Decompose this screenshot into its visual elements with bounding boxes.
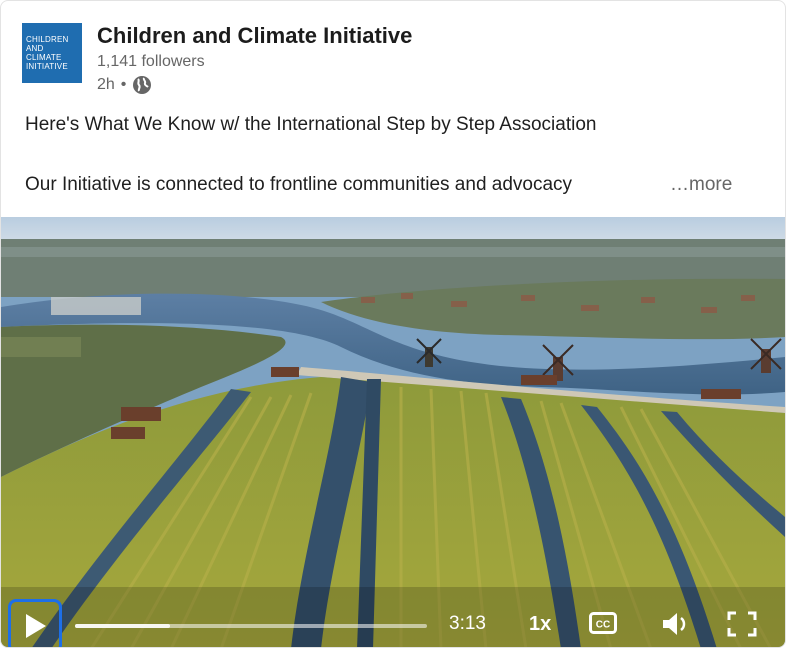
follower-count: 1,141 followers bbox=[97, 53, 205, 70]
post-meta: 2h • bbox=[97, 75, 152, 95]
play-button[interactable] bbox=[8, 599, 62, 647]
post-text-line1: Here's What We Know w/ the International… bbox=[25, 114, 597, 135]
post-card: CHILDREN AND CLIMATE INITIATIVE Children… bbox=[0, 0, 786, 648]
playback-speed-button[interactable]: 1x bbox=[529, 613, 551, 636]
org-logo[interactable]: CHILDREN AND CLIMATE INITIATIVE bbox=[22, 23, 82, 83]
post-time: 2h bbox=[97, 76, 115, 93]
video-controls: 3:13 1x CC bbox=[1, 599, 785, 647]
svg-text:CC: CC bbox=[596, 620, 610, 631]
see-more-link[interactable]: …more bbox=[670, 174, 732, 196]
volume-icon[interactable] bbox=[661, 611, 693, 637]
progress-bar[interactable] bbox=[75, 624, 427, 628]
video-duration: 3:13 bbox=[449, 613, 486, 634]
video-frame bbox=[1, 217, 785, 647]
post-text-line2: Our Initiative is connected to frontline… bbox=[25, 174, 573, 195]
play-icon bbox=[26, 614, 46, 638]
captions-icon[interactable]: CC bbox=[589, 612, 617, 634]
video-player[interactable]: 3:13 1x CC bbox=[1, 217, 785, 647]
org-name[interactable]: Children and Climate Initiative bbox=[97, 23, 412, 49]
meta-separator: • bbox=[120, 76, 127, 93]
progress-buffered bbox=[75, 624, 171, 628]
org-logo-text: CHILDREN AND CLIMATE INITIATIVE bbox=[26, 35, 69, 71]
fullscreen-icon[interactable] bbox=[727, 611, 757, 637]
globe-icon bbox=[133, 76, 152, 94]
